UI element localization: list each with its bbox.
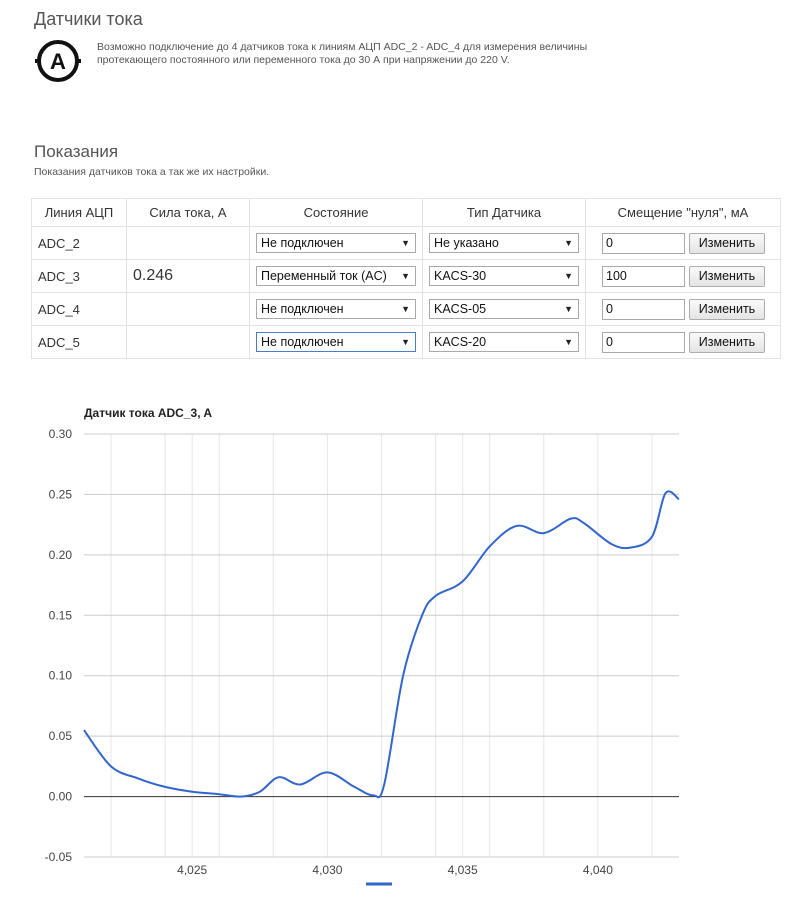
- state-select[interactable]: Не подключен ▼: [256, 332, 416, 352]
- table-row: ADC_5 Не подключен ▼ KACS-20 ▼ 0 Изменить: [31, 325, 781, 359]
- state-select[interactable]: Не подключен ▼: [256, 233, 416, 253]
- change-button[interactable]: Изменить: [689, 265, 765, 287]
- y-tick-label: 0.00: [49, 790, 73, 804]
- offset-cell: 0 Изменить: [585, 325, 781, 359]
- type-cell: Не указано ▼: [422, 226, 586, 260]
- current-chart: -0.05 0.00 0.05 0.10 0.15 0.20 0.25 0.30 4,025 4,…: [45, 427, 680, 886]
- ammeter-icon: A: [35, 40, 81, 82]
- y-tick-label: 0.30: [49, 427, 73, 441]
- line-cell: ADC_2: [31, 226, 127, 260]
- state-cell: Не подключен ▼: [249, 325, 423, 359]
- change-button[interactable]: Изменить: [689, 232, 765, 254]
- y-tick-label: 0.20: [49, 548, 73, 562]
- type-cell: KACS-30 ▼: [422, 259, 586, 293]
- chart-title: Датчик тока ADC_3, A: [84, 406, 213, 420]
- dropdown-arrow-icon: ▼: [564, 304, 573, 314]
- table-row: ADC_4 Не подключен ▼ KACS-05 ▼ 0 Изменить: [31, 292, 781, 326]
- x-tick-label: 4,040: [583, 863, 613, 877]
- table-header-row: Линия АЦП Сила тока, А Состояние Тип Дат…: [31, 198, 781, 227]
- offset-cell: 0 Изменить: [585, 226, 781, 260]
- type-cell: KACS-20 ▼: [422, 325, 586, 359]
- state-cell: Не подключен ▼: [249, 292, 423, 326]
- type-select-value: KACS-30: [434, 269, 487, 283]
- offset-cell: 100 Изменить: [585, 259, 781, 293]
- x-tick-label: 4,030: [312, 863, 342, 877]
- offset-cell: 0 Изменить: [585, 292, 781, 326]
- type-select-value: KACS-20: [434, 335, 487, 349]
- y-tick-label: 0.15: [49, 608, 73, 622]
- type-select[interactable]: KACS-30 ▼: [429, 266, 579, 286]
- column-header-current: Сила тока, А: [126, 198, 250, 227]
- line-cell: ADC_5: [31, 325, 127, 359]
- x-tick-label: 4,035: [448, 863, 478, 877]
- current-value: [126, 226, 250, 260]
- dropdown-arrow-icon: ▼: [401, 271, 410, 281]
- state-select-value: Переменный ток (AC): [261, 269, 387, 283]
- change-button[interactable]: Изменить: [689, 298, 765, 320]
- description-text: Возможно подключение до 4 датчиков тока …: [97, 41, 588, 66]
- table-row: ADC_3 0.246 Переменный ток (AC) ▼ KACS-30 ▼ 10…: [31, 259, 781, 293]
- offset-input[interactable]: 0: [602, 331, 685, 353]
- page-title: Датчики тока: [34, 9, 143, 29]
- svg-text:A: A: [50, 49, 66, 74]
- current-value: [126, 325, 250, 359]
- sensors-table: Линия АЦП Сила тока, А Состояние Тип Дат…: [31, 198, 781, 359]
- change-button[interactable]: Изменить: [689, 331, 765, 353]
- state-select-value: Не подключен: [261, 335, 344, 349]
- current-value: [126, 292, 250, 326]
- type-select-value: KACS-05: [434, 302, 487, 316]
- offset-input[interactable]: 0: [602, 232, 685, 254]
- type-select[interactable]: KACS-20 ▼: [429, 332, 579, 352]
- column-header-state: Состояние: [249, 198, 423, 227]
- dropdown-arrow-icon: ▼: [401, 238, 410, 248]
- type-select-value: Не указано: [434, 236, 499, 250]
- current-value: 0.246: [126, 259, 250, 293]
- type-select[interactable]: Не указано ▼: [429, 233, 579, 253]
- x-tick-label: 4,025: [177, 863, 207, 877]
- y-tick-label: 0.05: [49, 729, 73, 743]
- section-subtitle: Показания датчиков тока а так же их наст…: [34, 166, 270, 178]
- section-title-readings: Показания: [34, 142, 119, 161]
- y-tick-label: 0.10: [49, 669, 73, 683]
- line-cell: ADC_4: [31, 292, 127, 326]
- y-tick-label: -0.05: [45, 850, 73, 864]
- column-header-offset: Смещение "нуля", мА: [585, 198, 781, 227]
- state-select[interactable]: Не подключен ▼: [256, 299, 416, 319]
- line-cell: ADC_3: [31, 259, 127, 293]
- type-cell: KACS-05 ▼: [422, 292, 586, 326]
- table-row: ADC_2 Не подключен ▼ Не указано ▼ 0 Изменить: [31, 226, 781, 260]
- state-select-value: Не подключен: [261, 236, 344, 250]
- column-header-line: Линия АЦП: [31, 198, 127, 227]
- dropdown-arrow-icon: ▼: [401, 337, 410, 347]
- state-select-value: Не подключен: [261, 302, 344, 316]
- state-cell: Переменный ток (AC) ▼: [249, 259, 423, 293]
- offset-input[interactable]: 100: [602, 265, 685, 287]
- type-select[interactable]: KACS-05 ▼: [429, 299, 579, 319]
- dropdown-arrow-icon: ▼: [401, 304, 410, 314]
- column-header-type: Тип Датчика: [422, 198, 586, 227]
- dropdown-arrow-icon: ▼: [564, 337, 573, 347]
- state-select[interactable]: Переменный ток (AC) ▼: [256, 266, 416, 286]
- state-cell: Не подключен ▼: [249, 226, 423, 260]
- dropdown-arrow-icon: ▼: [564, 271, 573, 281]
- dropdown-arrow-icon: ▼: [564, 238, 573, 248]
- offset-input[interactable]: 0: [602, 298, 685, 320]
- y-tick-label: 0.25: [49, 487, 73, 501]
